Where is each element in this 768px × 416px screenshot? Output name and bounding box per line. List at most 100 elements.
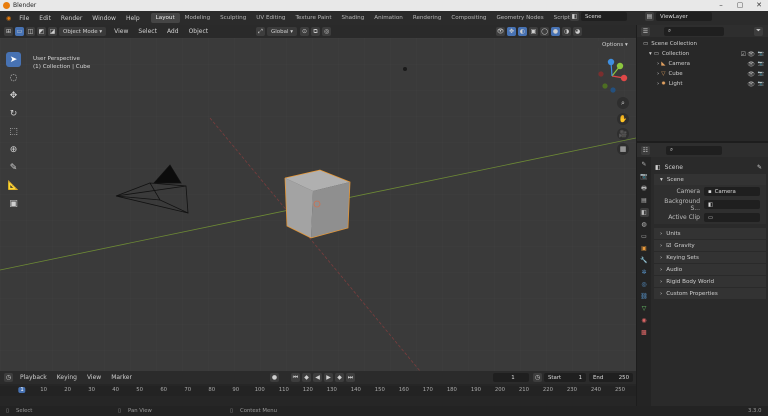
rotate-tool-icon[interactable]: ↻ — [6, 106, 21, 121]
select-tool-icon[interactable]: ➤ — [6, 52, 21, 67]
end-frame-field[interactable]: End 250 — [589, 373, 633, 382]
pivot-icon[interactable]: ⊙ — [300, 27, 310, 36]
timeline-editor-icon[interactable]: ◷ — [4, 373, 13, 382]
measure-tool-icon[interactable]: 📐 — [6, 178, 21, 193]
menu-add[interactable]: Add — [162, 28, 184, 35]
transform-orientation-dropdown[interactable]: Global ▾ — [267, 27, 298, 36]
annotate-tool-icon[interactable]: ✎ — [6, 160, 21, 175]
gravity-checkbox[interactable]: ☑ — [666, 243, 671, 249]
timeline-menu-playback[interactable]: Playback — [15, 374, 52, 381]
world-tab-icon[interactable]: ◍ — [640, 220, 649, 229]
tab-layout[interactable]: Layout — [150, 13, 180, 23]
viewport-canvas[interactable] — [0, 38, 636, 371]
eye-icon[interactable]: 👁 — [747, 51, 755, 58]
wireframe-shading-icon[interactable]: ◯ — [540, 27, 549, 36]
output-tab-icon[interactable]: 🖶 — [640, 184, 649, 193]
units-panel-header[interactable]: › Units — [654, 228, 766, 239]
scene-selector[interactable]: Scene — [581, 12, 627, 21]
xray-icon[interactable]: ▣ — [529, 27, 538, 36]
3d-viewport[interactable] — [0, 38, 636, 371]
select-subtract-icon[interactable]: ◩ — [37, 27, 46, 36]
blender-menu-icon[interactable]: ◉ — [3, 15, 14, 22]
editor-type-icon[interactable]: ⊞ — [4, 27, 13, 36]
snap-icon[interactable]: ⧉ — [311, 27, 321, 36]
navigation-gizmo[interactable] — [594, 58, 630, 94]
perspective-toggle-icon[interactable]: ▦ — [617, 143, 629, 155]
gizmo-y-axis[interactable] — [616, 62, 624, 70]
filter-icon[interactable]: ⏷ — [754, 26, 763, 36]
light-object[interactable] — [403, 67, 407, 71]
move-tool-icon[interactable]: ✥ — [6, 88, 21, 103]
maximize-icon[interactable]: ▢ — [731, 0, 749, 11]
gizmo-toggle-icon[interactable]: ✥ — [507, 27, 516, 36]
select-box-icon[interactable]: ▭ — [15, 27, 24, 36]
render-camera-icon[interactable]: 📷 — [758, 61, 764, 67]
render-camera-icon[interactable]: 📷 — [758, 71, 764, 77]
scene-tab-icon[interactable]: ◧ — [639, 208, 649, 217]
cube-object[interactable] — [284, 169, 351, 239]
gizmo-z-axis[interactable] — [607, 58, 615, 66]
outliner-item-light[interactable]: › ✹ Light 👁 📷 — [637, 79, 768, 89]
tool-tab-icon[interactable]: ✎ — [640, 160, 649, 169]
render-tab-icon[interactable]: 📷 — [640, 172, 649, 181]
jump-start-icon[interactable]: ⏮ — [291, 373, 300, 382]
collection-tab-icon[interactable]: ▭ — [640, 232, 649, 241]
pin-icon[interactable]: ✎ — [757, 164, 762, 171]
properties-editor-icon[interactable]: ☷ — [641, 145, 650, 155]
prev-keyframe-icon[interactable]: ◆ — [302, 373, 311, 382]
menu-window[interactable]: Window — [87, 15, 121, 22]
timeline-ruler[interactable]: 1 10 20 30 40 50 60 70 80 90 100 110 120 130 140 150 160… — [0, 386, 636, 396]
record-icon[interactable]: ● — [270, 373, 279, 382]
tab-compositing[interactable]: Compositing — [446, 13, 491, 23]
custom-properties-panel-header[interactable]: › Custom Properties — [654, 288, 766, 299]
scene-panel-header[interactable]: ▾ Scene — [654, 174, 766, 185]
options-button[interactable]: Options ▾ — [598, 40, 632, 49]
menu-view[interactable]: View — [109, 28, 133, 35]
object-mode-dropdown[interactable]: Object Mode ▾ — [59, 27, 107, 36]
outliner-search-input[interactable]: ⌕ — [664, 26, 724, 36]
select-extend-icon[interactable]: ◫ — [26, 27, 35, 36]
preview-range-icon[interactable]: ◷ — [533, 373, 542, 382]
rendered-shading-icon[interactable]: ◕ — [573, 27, 582, 36]
play-icon[interactable]: ▶ — [324, 373, 333, 382]
tab-animation[interactable]: Animation — [369, 13, 408, 23]
tab-texture-paint[interactable]: Texture Paint — [290, 13, 336, 23]
outliner-item-cube[interactable]: › ▽ Cube 👁 📷 — [637, 69, 768, 79]
material-tab-icon[interactable]: ◉ — [640, 316, 649, 325]
menu-help[interactable]: Help — [121, 15, 145, 22]
checkbox-icon[interactable]: ☑ — [741, 51, 746, 58]
timeline-menu-marker[interactable]: Marker — [106, 374, 137, 381]
play-reverse-icon[interactable]: ◀ — [313, 373, 322, 382]
tab-geometry-nodes[interactable]: Geometry Nodes — [491, 13, 548, 23]
cursor-tool-icon[interactable]: ◌ — [6, 70, 21, 85]
background-scene-field[interactable]: ◧ — [704, 200, 760, 209]
scale-tool-icon[interactable]: ⬚ — [6, 124, 21, 139]
modifier-tab-icon[interactable]: 🔧 — [640, 256, 649, 265]
eye-icon[interactable]: 👁 — [747, 71, 755, 78]
menu-object[interactable]: Object — [184, 28, 214, 35]
outliner-scene-collection[interactable]: ▭ Scene Collection — [637, 39, 768, 49]
solid-shading-icon[interactable]: ● — [551, 27, 560, 36]
transform-tool-icon[interactable]: ⊕ — [6, 142, 21, 157]
physics-tab-icon[interactable]: ◎ — [640, 280, 649, 289]
overlay-toggle-icon[interactable]: ◐ — [518, 27, 527, 36]
particles-tab-icon[interactable]: ✲ — [640, 268, 649, 277]
render-camera-icon[interactable]: 📷 — [758, 81, 764, 87]
menu-edit[interactable]: Edit — [34, 15, 56, 22]
menu-file[interactable]: File — [14, 15, 34, 22]
zoom-icon[interactable]: ⌕ — [617, 97, 629, 109]
jump-end-icon[interactable]: ⏭ — [346, 373, 355, 382]
outliner-item-camera[interactable]: › ◣ Camera 👁 📷 — [637, 59, 768, 69]
next-keyframe-icon[interactable]: ◆ — [335, 373, 344, 382]
select-intersect-icon[interactable]: ◪ — [48, 27, 57, 36]
gravity-panel-header[interactable]: › ☑ Gravity — [654, 240, 766, 251]
menu-render[interactable]: Render — [56, 15, 87, 22]
tab-shading[interactable]: Shading — [337, 13, 370, 23]
properties-search-input[interactable]: ⌕ — [666, 145, 722, 155]
add-cube-tool-icon[interactable]: ▣ — [6, 196, 21, 211]
tab-modeling[interactable]: Modeling — [180, 13, 215, 23]
tab-rendering[interactable]: Rendering — [408, 13, 447, 23]
view-layer-tab-icon[interactable]: ▤ — [640, 196, 649, 205]
active-clip-field[interactable]: ▭ — [704, 213, 760, 222]
camera-view-icon[interactable]: 🎥 — [617, 128, 629, 140]
